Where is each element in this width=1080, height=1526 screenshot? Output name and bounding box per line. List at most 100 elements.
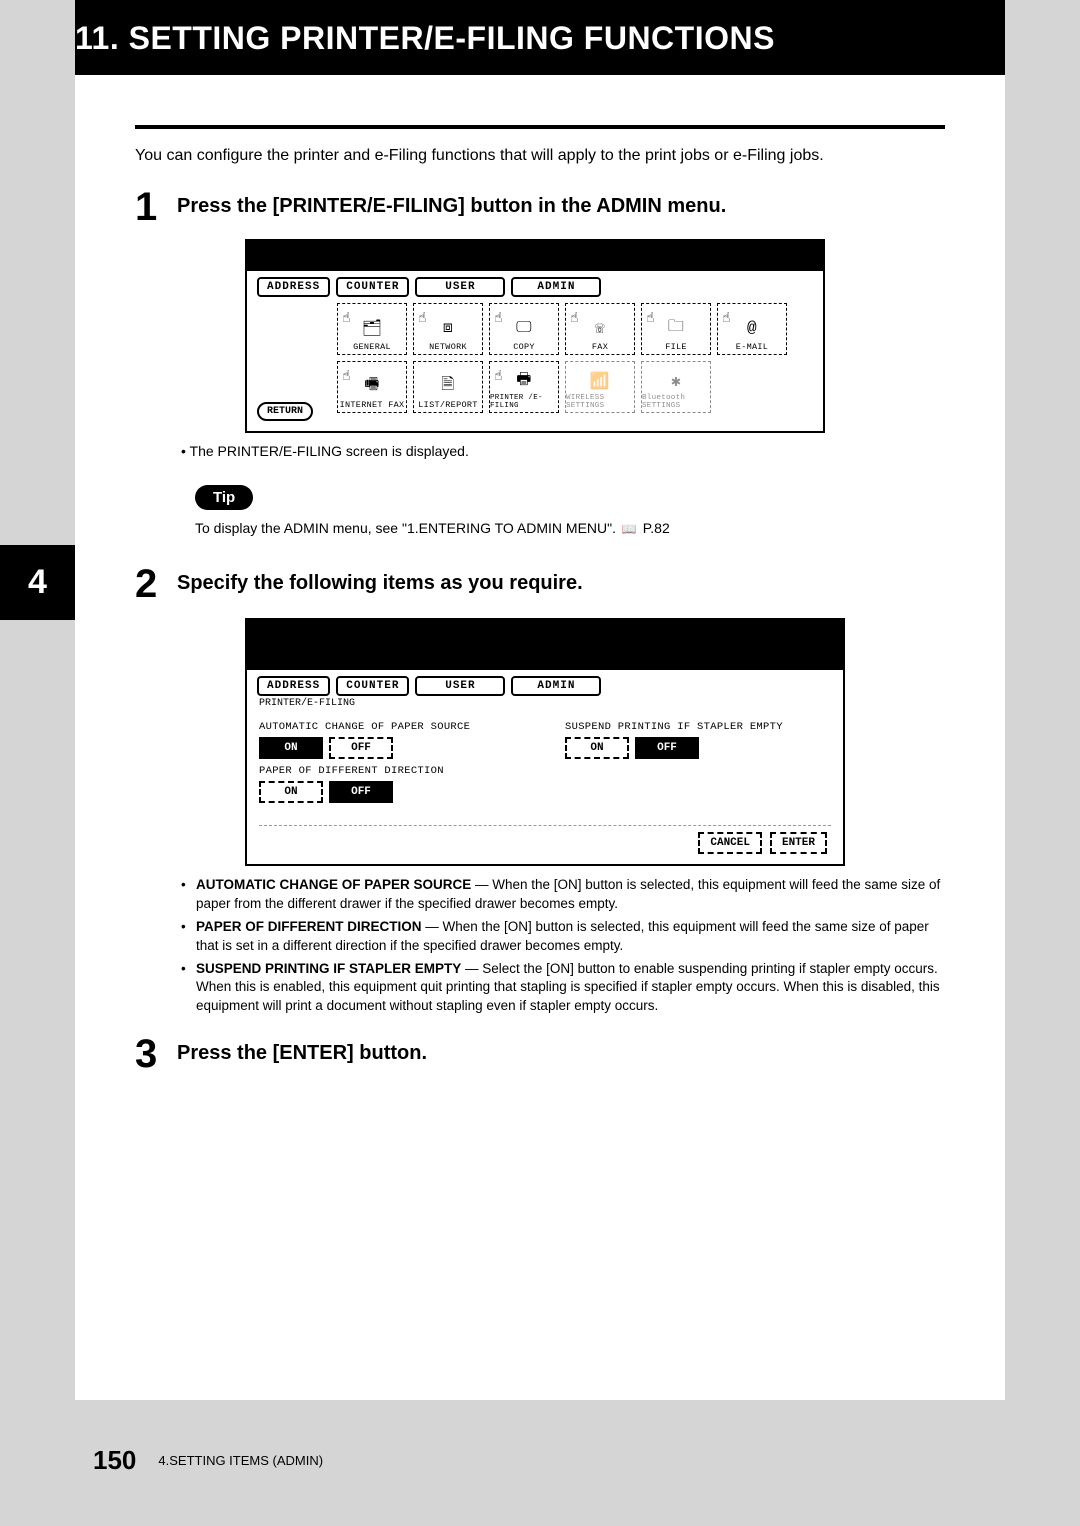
tab-counter[interactable]: COUNTER	[336, 277, 409, 297]
tile-bluetooth: ✱ Bluetooth SETTINGS	[641, 361, 711, 413]
internet-fax-icon: 🖷	[358, 374, 386, 398]
opt3-label: SUSPEND PRINTING IF STAPLER EMPTY	[565, 721, 831, 733]
tile-printer-efiling[interactable]: ☝ 🖶 PRINTER /E-FILING	[489, 361, 559, 413]
fax-icon: ☏	[586, 316, 614, 340]
pointer-icon: ☝	[418, 310, 427, 327]
opt1-off[interactable]: OFF	[329, 737, 393, 759]
tip-label: Tip	[195, 485, 253, 510]
tip-text: To display the ADMIN menu, see "1.ENTERI…	[195, 520, 945, 536]
general-icon: 🗂	[358, 316, 386, 340]
tile-label: PRINTER /E-FILING	[490, 395, 558, 410]
tab-row: ADDRESS COUNTER USER ADMIN	[247, 271, 823, 297]
chapter-header: 11. SETTING PRINTER/E-FILING FUNCTIONS	[75, 0, 1005, 75]
desc-item-2: PAPER OF DIFFERENT DIRECTION — When the …	[181, 918, 945, 956]
tile-label: INTERNET FAX	[340, 400, 405, 410]
tab-address[interactable]: ADDRESS	[257, 676, 330, 696]
tile-label: E-MAIL	[736, 342, 768, 352]
tab-admin[interactable]: ADMIN	[511, 277, 601, 297]
opt3-on[interactable]: ON	[565, 737, 629, 759]
opt2-off[interactable]: OFF	[329, 781, 393, 803]
step-title: Specify the following items as you requi…	[177, 564, 583, 604]
page-body: 11. SETTING PRINTER/E-FILING FUNCTIONS Y…	[75, 0, 1005, 1400]
chapter-title: 11. SETTING PRINTER/E-FILING FUNCTIONS	[75, 20, 775, 56]
tile-general[interactable]: ☝ 🗂 GENERAL	[337, 303, 407, 355]
tile-label: FILE	[665, 342, 687, 352]
step-number: 1	[135, 187, 163, 227]
pointer-icon: ☝	[646, 310, 655, 327]
pointer-icon: ☝	[570, 310, 579, 327]
desc-item-1: AUTOMATIC CHANGE OF PAPER SOURCE — When …	[181, 876, 945, 914]
pointer-icon: ☝	[342, 310, 351, 327]
step-3: 3 Press the [ENTER] button.	[135, 1034, 945, 1074]
admin-menu-screenshot: ADDRESS COUNTER USER ADMIN ☝ 🗂 GENERAL ☝…	[245, 239, 825, 433]
printer-efiling-screenshot: ADDRESS COUNTER USER ADMIN PRINTER/E-FIL…	[245, 618, 845, 866]
pointer-icon: ☝	[342, 368, 351, 385]
tile-label: FAX	[592, 342, 608, 352]
book-icon: 📖	[622, 522, 637, 536]
desc3-term: SUSPEND PRINTING IF STAPLER EMPTY	[196, 961, 461, 976]
tile-network[interactable]: ☝ ⧈ NETWORK	[413, 303, 483, 355]
tab-row: ADDRESS COUNTER USER ADMIN	[247, 670, 843, 696]
page-footer: 150 4.SETTING ITEMS (ADMIN)	[75, 1431, 1005, 1486]
email-icon: @	[738, 316, 766, 340]
desc1-term: AUTOMATIC CHANGE OF PAPER SOURCE	[196, 877, 471, 892]
icon-area: ☝ 🗂 GENERAL ☝ ⧈ NETWORK ☝ 🖵 COPY	[247, 297, 823, 431]
tile-fax[interactable]: ☝ ☏ FAX	[565, 303, 635, 355]
title-bar	[247, 241, 823, 271]
step-title: Press the [PRINTER/E-FILING] button in t…	[177, 187, 726, 227]
horizontal-rule	[135, 125, 945, 129]
option-descriptions: AUTOMATIC CHANGE OF PAPER SOURCE — When …	[181, 876, 945, 1016]
enter-button[interactable]: ENTER	[770, 832, 827, 854]
opt2-on[interactable]: ON	[259, 781, 323, 803]
tab-user[interactable]: USER	[415, 277, 505, 297]
opt1-on[interactable]: ON	[259, 737, 323, 759]
action-row: CANCEL ENTER	[247, 830, 843, 864]
return-button[interactable]: RETURN	[257, 402, 313, 421]
tab-address[interactable]: ADDRESS	[257, 277, 330, 297]
file-icon: 🗀	[662, 316, 690, 340]
tile-label: GENERAL	[353, 342, 391, 352]
tile-label: COPY	[513, 342, 535, 352]
step-title: Press the [ENTER] button.	[177, 1034, 427, 1074]
opt3-off[interactable]: OFF	[635, 737, 699, 759]
tile-internet-fax[interactable]: ☝ 🖷 INTERNET FAX	[337, 361, 407, 413]
tile-label: WIRELESS SETTINGS	[566, 395, 634, 410]
tile-copy[interactable]: ☝ 🖵 COPY	[489, 303, 559, 355]
cancel-button[interactable]: CANCEL	[698, 832, 762, 854]
desc2-term: PAPER OF DIFFERENT DIRECTION	[196, 919, 422, 934]
left-column: AUTOMATIC CHANGE OF PAPER SOURCE ON OFF …	[259, 717, 525, 809]
title-bar	[247, 620, 843, 670]
right-column: SUSPEND PRINTING IF STAPLER EMPTY ON OFF	[565, 717, 831, 809]
opt3-toggle: ON OFF	[565, 737, 831, 759]
list-report-icon: 🗎	[434, 374, 462, 398]
opt1-toggle: ON OFF	[259, 737, 525, 759]
opt1-label: AUTOMATIC CHANGE OF PAPER SOURCE	[259, 721, 525, 733]
bluetooth-icon: ✱	[662, 369, 690, 393]
pointer-icon: ☝	[494, 368, 503, 385]
page-number: 150	[93, 1445, 136, 1476]
opt2-toggle: ON OFF	[259, 781, 525, 803]
step-2: 2 Specify the following items as you req…	[135, 564, 945, 604]
pointer-icon: ☝	[494, 310, 503, 327]
tile-email[interactable]: ☝ @ E-MAIL	[717, 303, 787, 355]
step-1: 1 Press the [PRINTER/E-FILING] button in…	[135, 187, 945, 227]
options-body: AUTOMATIC CHANGE OF PAPER SOURCE ON OFF …	[247, 709, 843, 819]
tip-body: To display the ADMIN menu, see "1.ENTERI…	[195, 520, 616, 536]
step-number: 3	[135, 1034, 163, 1074]
desc-item-3: SUSPEND PRINTING IF STAPLER EMPTY — Sele…	[181, 960, 945, 1017]
step-number: 2	[135, 564, 163, 604]
printer-icon: 🖶	[510, 369, 538, 393]
tab-user[interactable]: USER	[415, 676, 505, 696]
divider	[259, 825, 831, 826]
tip-page-ref: P.82	[643, 520, 670, 536]
tab-admin[interactable]: ADMIN	[511, 676, 601, 696]
tile-label: NETWORK	[429, 342, 467, 352]
breadcrumb: PRINTER/E-FILING	[247, 696, 843, 709]
wireless-icon: 📶	[586, 369, 614, 393]
tile-file[interactable]: ☝ 🗀 FILE	[641, 303, 711, 355]
tile-list-report[interactable]: 🗎 LIST/REPORT	[413, 361, 483, 413]
tab-counter[interactable]: COUNTER	[336, 676, 409, 696]
content-area: You can configure the printer and e-Fili…	[75, 75, 1005, 1074]
pointer-icon: ☝	[722, 310, 731, 327]
copy-icon: 🖵	[510, 316, 538, 340]
